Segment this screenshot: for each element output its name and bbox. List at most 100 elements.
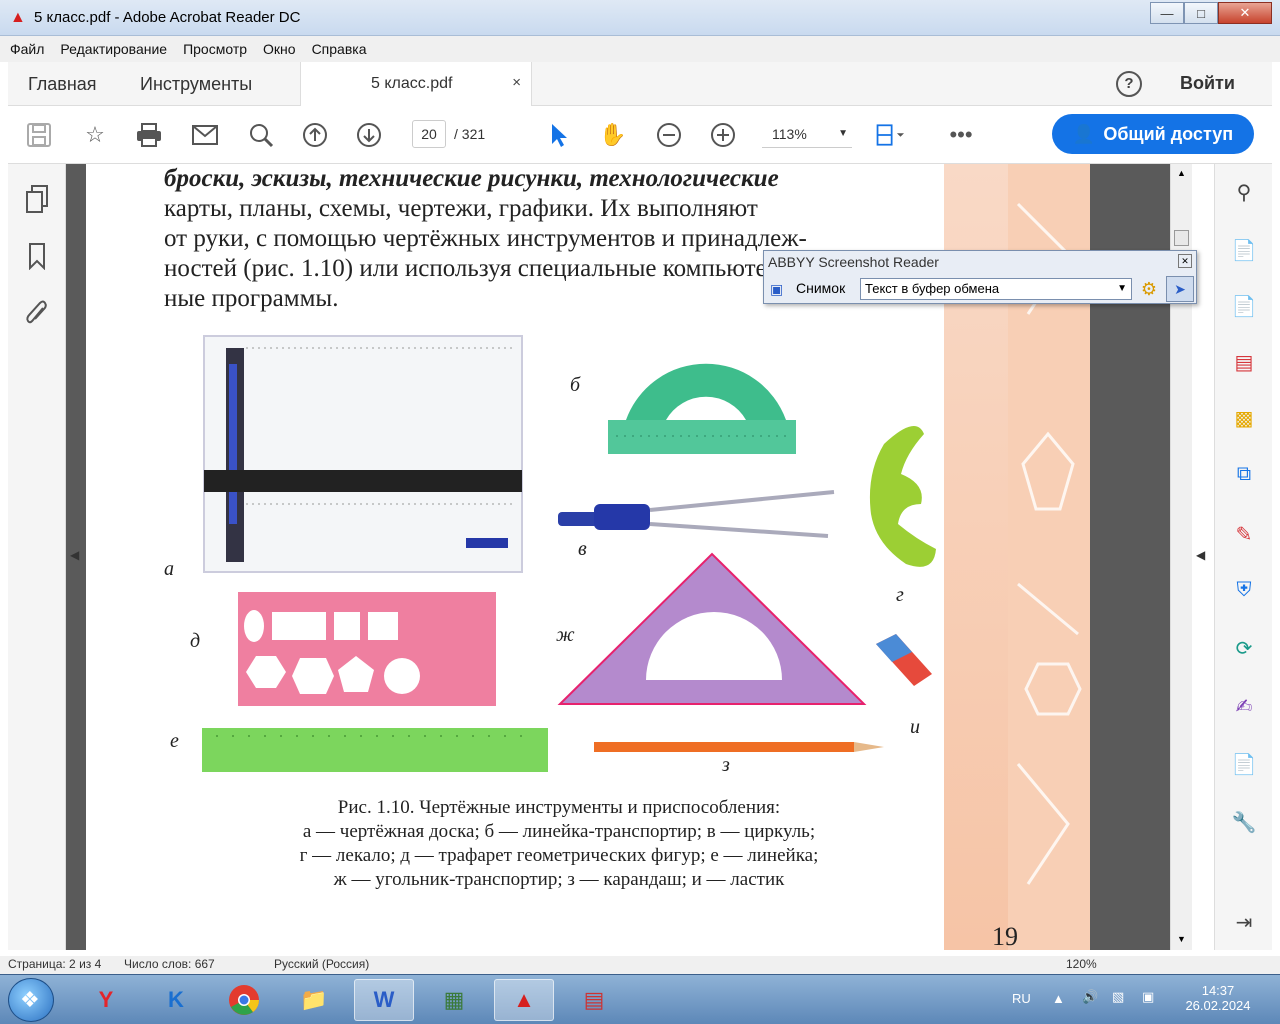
- pencil-illustration: [594, 742, 884, 752]
- collapse-right-icon[interactable]: ◀: [1196, 548, 1205, 562]
- edit-pdf-icon[interactable]: ▤: [1228, 346, 1260, 378]
- caption-line-4: ж — угольник-транспортир; з — карандаш; …: [333, 869, 785, 890]
- windows-logo-icon: ❖: [20, 987, 40, 1012]
- tray-expand-icon[interactable]: ▲: [1052, 991, 1065, 1006]
- maximize-button[interactable]: □: [1184, 2, 1218, 24]
- display-icon[interactable]: ▣: [1142, 989, 1154, 1005]
- combine-files-icon[interactable]: ⧉: [1228, 458, 1260, 490]
- send-comments-icon[interactable]: 📄: [1228, 748, 1260, 780]
- tab-home[interactable]: Главная: [28, 74, 97, 95]
- close-button[interactable]: ✕: [1218, 2, 1272, 24]
- tab-document[interactable]: 5 класс.pdf ×: [300, 62, 532, 106]
- collapse-left-icon[interactable]: ◀: [70, 548, 79, 562]
- menu-file[interactable]: Файл: [10, 41, 44, 57]
- protect-icon[interactable]: ⛨: [1228, 574, 1260, 606]
- comment-icon[interactable]: ▩: [1228, 402, 1260, 434]
- status-page: Страница: 2 из 4: [8, 957, 102, 971]
- drawing-board-illustration: [203, 335, 523, 573]
- right-tools-rail: ⚲ 📄 📄 ▤ ▩ ⧉ ✎ ⛨ ⟳ ✍ 📄 🔧 ⇥: [1214, 164, 1272, 950]
- tab-close-icon[interactable]: ×: [512, 74, 521, 91]
- eraser-illustration: [876, 634, 932, 686]
- status-language: Русский (Россия): [274, 957, 370, 971]
- collapse-panel-icon[interactable]: ⇥: [1228, 906, 1260, 938]
- figure-label-g: г: [896, 584, 904, 606]
- star-icon[interactable]: ☆: [80, 120, 110, 150]
- abbyy-capture-button[interactable]: ➤: [1166, 276, 1194, 302]
- scroll-up-icon[interactable]: ▲: [1177, 168, 1186, 178]
- hand-tool-icon[interactable]: ✋: [598, 120, 628, 150]
- menu-help[interactable]: Справка: [312, 41, 367, 57]
- acrobat-taskbar-icon[interactable]: ▲: [494, 979, 554, 1021]
- bookmark-icon[interactable]: [22, 242, 52, 272]
- export-pdf-icon[interactable]: 📄: [1228, 234, 1260, 266]
- scroll-down-icon[interactable]: ▼: [1177, 934, 1186, 944]
- tab-document-label: 5 класс.pdf: [371, 75, 453, 92]
- figure-label-b: б: [570, 374, 581, 396]
- signin-button[interactable]: Войти: [1180, 73, 1235, 94]
- title-bar: ▲ 5 класс.pdf - Adobe Acrobat Reader DC …: [0, 0, 1280, 36]
- sign-icon[interactable]: ✎: [1228, 518, 1260, 550]
- zoom-search-icon[interactable]: [246, 120, 276, 150]
- presentation-app-icon[interactable]: ▤: [564, 979, 624, 1021]
- share-button[interactable]: 👤 Общий доступ: [1052, 114, 1254, 154]
- figure-label-zh: ж: [556, 624, 575, 646]
- network-icon[interactable]: ▧: [1112, 989, 1124, 1005]
- more-options-icon[interactable]: •••: [946, 120, 976, 150]
- abbyy-screenshot-reader-panel: ABBYY Screenshot Reader ✕ ▣ Снимок Текст…: [763, 250, 1197, 304]
- zoom-select[interactable]: 113% ▼: [762, 120, 852, 148]
- figure-label-v: в: [578, 538, 587, 560]
- page-thumbnails-icon[interactable]: [22, 184, 52, 214]
- zoom-out-icon[interactable]: [654, 120, 684, 150]
- more-tools-icon[interactable]: 🔧: [1228, 806, 1260, 838]
- figure-label-e: е: [170, 730, 179, 752]
- gear-icon[interactable]: ⚙: [1138, 278, 1160, 300]
- page-up-icon[interactable]: [300, 120, 330, 150]
- minimize-button[interactable]: —: [1150, 2, 1184, 24]
- word-icon[interactable]: W: [354, 979, 414, 1021]
- figure-illustration: [202, 335, 936, 772]
- volume-icon[interactable]: 🔊: [1082, 989, 1098, 1005]
- k-app-icon[interactable]: K: [146, 979, 206, 1021]
- menu-view[interactable]: Просмотр: [183, 41, 247, 57]
- caption-line-3: г — лекало; д — трафарет геометрических …: [299, 845, 819, 866]
- caption-line-2: а — чертёжная доска; б — линейка-транспо…: [302, 821, 816, 842]
- fit-page-icon[interactable]: [874, 120, 904, 150]
- windows-taskbar: ❖ Y K 📁 W ▦ ▲ ▤ RU ▲ 🔊 ▧ ▣ 14:37 26.02.2…: [0, 974, 1280, 1024]
- page-down-icon[interactable]: [354, 120, 384, 150]
- save-icon[interactable]: [24, 120, 54, 150]
- acrobat-icon: ▲: [10, 9, 26, 26]
- create-pdf-icon[interactable]: 📄: [1228, 290, 1260, 322]
- help-icon[interactable]: ?: [1116, 71, 1142, 97]
- page-number: 19: [992, 922, 1018, 950]
- start-button[interactable]: ❖: [8, 978, 54, 1022]
- compass-illustration: [558, 490, 835, 538]
- curve-template-illustration: [869, 426, 936, 567]
- photo-viewer-icon[interactable]: ▦: [424, 979, 484, 1021]
- search-zoom-icon[interactable]: ⚲: [1228, 176, 1260, 208]
- page-number-input[interactable]: 20: [412, 120, 446, 148]
- yandex-browser-icon[interactable]: Y: [76, 979, 136, 1021]
- select-cursor-icon[interactable]: [544, 120, 574, 150]
- file-explorer-icon[interactable]: 📁: [284, 979, 344, 1021]
- send-for-review-icon[interactable]: ⟳: [1228, 632, 1260, 664]
- protractor-ruler-illustration: [608, 363, 796, 454]
- input-language[interactable]: RU: [1012, 991, 1031, 1006]
- attachment-icon[interactable]: [22, 298, 52, 328]
- figure-label-a: а: [164, 558, 174, 580]
- clock[interactable]: 14:37 26.02.2024: [1180, 983, 1256, 1013]
- set-square-protractor-illustration: [557, 552, 867, 705]
- chrome-icon[interactable]: [214, 979, 274, 1021]
- window-title: 5 класс.pdf - Adobe Acrobat Reader DC: [34, 9, 301, 26]
- ruler-illustration: [202, 728, 548, 772]
- menu-edit[interactable]: Редактирование: [60, 41, 167, 57]
- fill-sign-icon[interactable]: ✍: [1228, 690, 1260, 722]
- abbyy-target-select[interactable]: Текст в буфер обмена ▼: [860, 278, 1132, 300]
- email-icon[interactable]: [190, 120, 220, 150]
- zoom-in-icon[interactable]: [708, 120, 738, 150]
- tab-tools[interactable]: Инструменты: [140, 74, 252, 95]
- menu-window[interactable]: Окно: [263, 41, 296, 57]
- scroll-thumb[interactable]: [1174, 230, 1189, 246]
- print-icon[interactable]: [134, 120, 164, 150]
- figure-label-d: д: [190, 630, 201, 652]
- abbyy-close-icon[interactable]: ✕: [1178, 254, 1192, 268]
